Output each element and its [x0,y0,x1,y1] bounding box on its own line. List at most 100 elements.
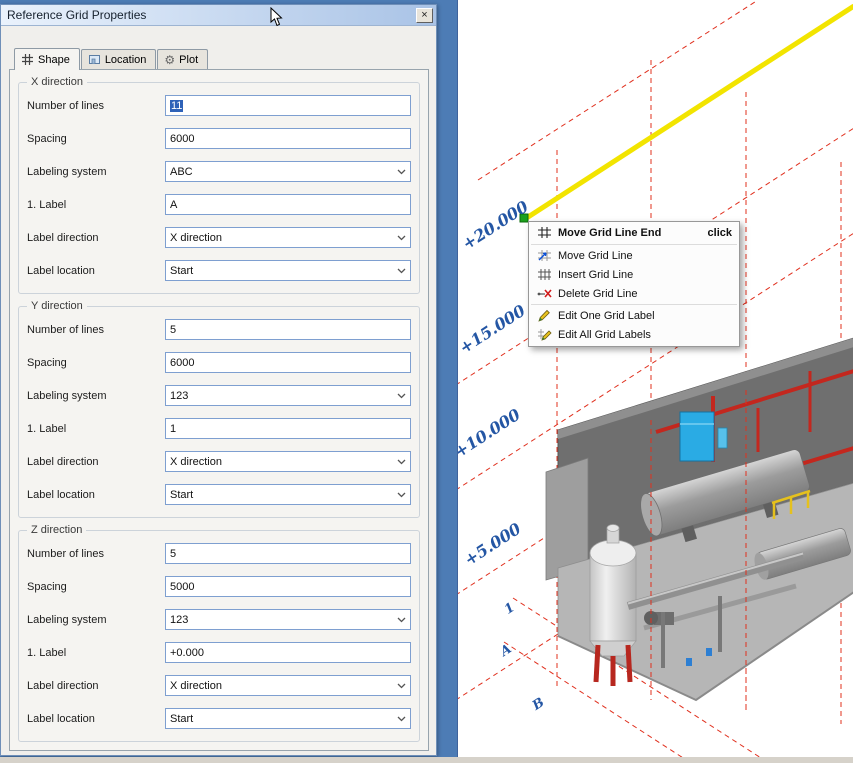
menu-item-insert-grid-line[interactable]: Insert Grid Line [529,265,739,284]
input-value: 11 [170,100,183,112]
field-label: 1. Label [27,199,165,211]
group-legend: Z direction [27,524,86,536]
move-grid-line-icon [536,249,552,262]
model-view-canvas[interactable]: Move Grid Line Endclick Move Grid LineIns… [457,0,853,757]
input-value: 5000 [170,581,194,593]
y-direction-label-location-select[interactable]: Start [165,484,411,505]
group-x-direction: X directionNumber of lines11Spacing6000L… [18,82,420,294]
blue-valve-2 [706,648,712,656]
context-menu: Move Grid Line Endclick Move Grid LineIns… [528,221,740,347]
reference-grid-properties-dialog: Reference Grid Properties × Shape Locatio… [0,4,437,756]
menu-header-hint: click [708,227,732,239]
input-value: A [170,199,177,211]
tab-label: Plot [179,54,198,66]
grid-end-icon [536,226,552,239]
z-direction-labeling-system-select[interactable]: 123 [165,609,411,630]
dialog-title: Reference Grid Properties [7,8,416,22]
y-direction-spacing-input[interactable]: 6000 [165,352,411,373]
field-row: 1. Label 1 [27,418,411,439]
dialog-titlebar[interactable]: Reference Grid Properties × [1,5,436,26]
field-label: Label direction [27,232,165,244]
tab-label: Shape [38,54,70,66]
field-row: Spacing 5000 [27,576,411,597]
tab-panel: X direction Number of lines 11 Spacing 6000 L… [9,69,429,751]
delete-grid-line-icon [536,287,552,300]
highlighted-grid-line[interactable] [525,6,853,219]
y-direction-label-direction-select[interactable]: X direction [165,451,411,472]
field-label: Label location [27,489,165,501]
tab-shape[interactable]: Shape [14,48,80,70]
menu-separator [531,304,737,305]
field-row: 1. Label+0.000 [27,642,411,663]
group-legend: X direction [27,76,87,88]
field-label: Spacing [27,357,165,369]
input-value: 5 [170,324,176,336]
vertical-tank-nozzle-top [607,525,619,532]
y-direction-1-label-input[interactable]: 1 [165,418,411,439]
location-icon [88,53,101,66]
edit-all-grid-labels-icon [536,328,552,341]
tab-strip: Shape Location⚙Plot [14,49,209,70]
field-row: Number of lines 5 [27,543,411,564]
edit-one-grid-label-icon [536,309,552,322]
chevron-down-icon [393,268,406,274]
input-value: 6000 [170,133,194,145]
field-row: Spacing 6000 [27,352,411,373]
menu-item-delete-grid-line[interactable]: Delete Grid Line [529,284,739,303]
shape-grid-icon [21,53,34,66]
3d-viewport[interactable] [458,0,853,757]
plant-model [546,338,853,700]
y-direction-number-of-lines-input[interactable]: 5 [165,319,411,340]
close-button[interactable]: × [416,8,433,23]
field-row: 1. Label A [27,194,411,215]
select-value: Start [170,489,193,501]
field-label: Number of lines [27,548,165,560]
select-value: 123 [170,390,188,402]
field-label: Number of lines [27,324,165,336]
blue-cabinet [680,412,714,461]
group-z-direction: Z directionNumber of lines5Spacing5000La… [18,530,420,742]
select-value: X direction [170,456,222,468]
x-direction-label-direction-select[interactable]: X direction [165,227,411,248]
menu-item-edit-all-grid-labels[interactable]: Edit All Grid Labels [529,325,739,344]
chevron-down-icon [393,235,406,241]
menu-header-move-grid-line-end[interactable]: Move Grid Line Endclick [529,222,739,243]
input-value: 6000 [170,357,194,369]
menu-separator [531,244,737,245]
field-row: Labeling system 123 [27,609,411,630]
field-label: Labeling system [27,614,165,626]
z-direction-label-direction-select[interactable]: X direction [165,675,411,696]
field-label: Number of lines [27,100,165,112]
chevron-down-icon [393,716,406,722]
chevron-down-icon [393,169,406,175]
x-direction-label-location-select[interactable]: Start [165,260,411,281]
menu-item-label: Delete Grid Line [558,288,638,300]
blue-valve-1 [686,658,692,666]
x-direction-number-of-lines-input[interactable]: 11 [165,95,411,116]
field-label: Spacing [27,581,165,593]
status-strip [0,757,853,763]
field-label: Labeling system [27,166,165,178]
tab-plot[interactable]: ⚙Plot [157,49,208,69]
input-value: 5 [170,548,176,560]
z-direction-label-location-select[interactable]: Start [165,708,411,729]
y-direction-labeling-system-select[interactable]: 123 [165,385,411,406]
field-label: Label location [27,713,165,725]
menu-item-edit-one-grid-label[interactable]: Edit One Grid Label [529,306,739,325]
x-direction-1-label-input[interactable]: A [165,194,411,215]
x-direction-spacing-input[interactable]: 6000 [165,128,411,149]
tab-location[interactable]: Location [81,49,157,69]
field-label: Label location [27,265,165,277]
chevron-down-icon [393,492,406,498]
blue-box-small [718,428,727,448]
z-direction-spacing-input[interactable]: 5000 [165,576,411,597]
input-value: +0.000 [170,647,204,659]
z-direction-1-label-input[interactable]: +0.000 [165,642,411,663]
select-value: 123 [170,614,188,626]
field-row: Label directionX direction [27,227,411,248]
z-direction-number-of-lines-input[interactable]: 5 [165,543,411,564]
x-direction-labeling-system-select[interactable]: ABC [165,161,411,182]
menu-item-move-grid-line[interactable]: Move Grid Line [529,246,739,265]
input-value: 1 [170,423,176,435]
field-label: 1. Label [27,423,165,435]
